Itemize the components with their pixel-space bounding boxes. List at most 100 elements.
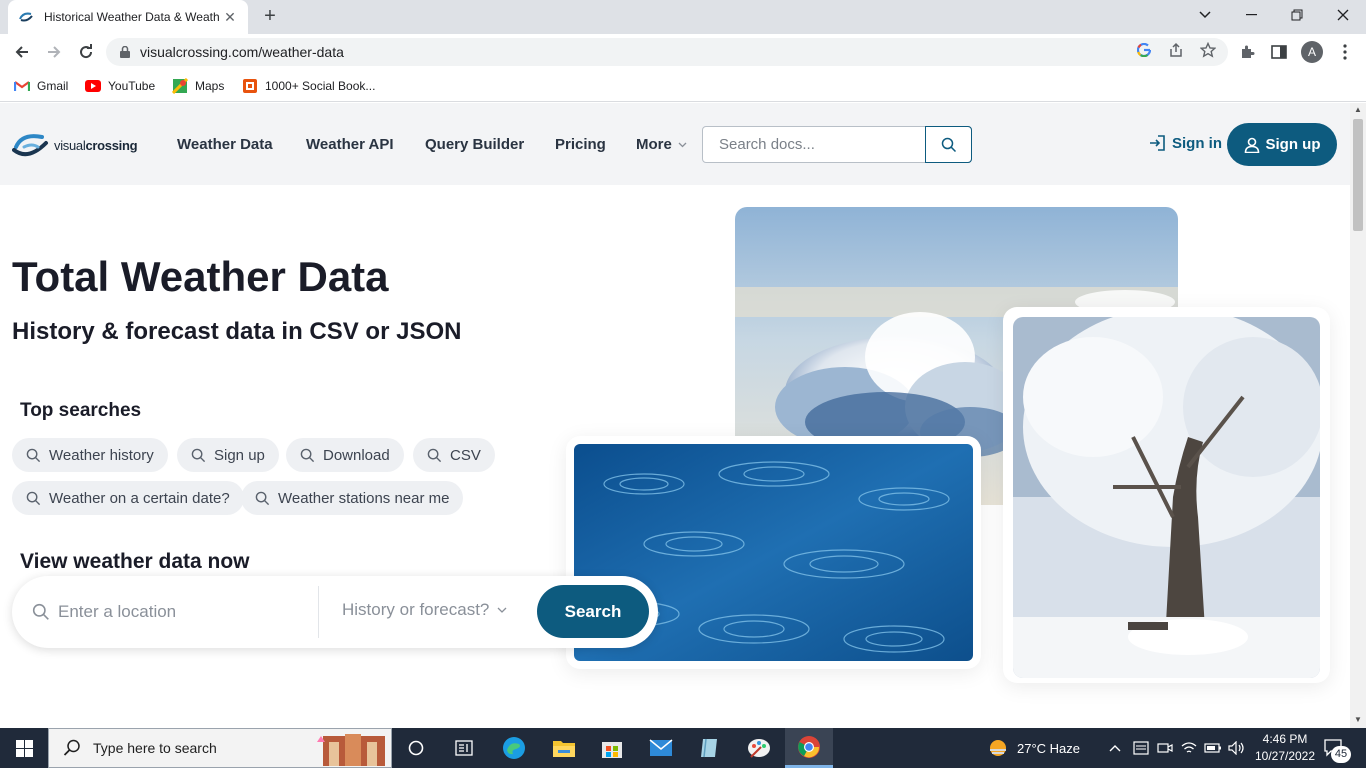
scroll-down-icon[interactable]: ▼ [1354, 715, 1362, 724]
chip-weather-on-date[interactable]: Weather on a certain date? [12, 481, 244, 515]
windows-taskbar: Type here to search 27°C Haze 4:46 PM 10… [0, 728, 1366, 768]
keyboard-icon[interactable] [1133, 728, 1149, 768]
site-logo[interactable]: visualcrossing [12, 131, 138, 159]
extensions-icon[interactable] [1237, 42, 1257, 62]
search-icon [300, 448, 315, 462]
docs-search-button[interactable] [925, 126, 972, 163]
page-scrollbar[interactable]: ▲ ▼ [1350, 103, 1366, 728]
menu-dots-icon[interactable] [1335, 42, 1355, 62]
address-bar[interactable]: visualcrossing.com/weather-data [106, 38, 1228, 66]
side-panel-icon[interactable] [1269, 42, 1289, 62]
search-icon [941, 137, 956, 152]
chip-weather-history[interactable]: Weather history [12, 438, 168, 472]
bookmark-label: YouTube [108, 79, 156, 93]
mail-icon[interactable] [637, 728, 685, 768]
sign-in-label: Sign in [1172, 134, 1222, 152]
show-hidden-icons[interactable] [1109, 728, 1121, 768]
notification-count: 45 [1331, 746, 1351, 763]
search-button[interactable]: Search [537, 585, 649, 638]
nav-pricing[interactable]: Pricing [555, 136, 606, 153]
back-button[interactable] [8, 38, 36, 66]
search-divider [318, 586, 319, 638]
tab-search-icon[interactable] [1182, 0, 1228, 30]
forward-button[interactable] [40, 38, 68, 66]
widgets-icon[interactable] [440, 728, 488, 768]
hero-subtitle: History & forecast data in CSV or JSON [12, 318, 462, 345]
scroll-thumb[interactable] [1353, 119, 1363, 231]
lock-icon[interactable] [120, 46, 130, 58]
volume-icon[interactable] [1228, 728, 1246, 768]
history-forecast-select[interactable]: History or forecast? [342, 600, 507, 620]
chip-stations-near-me[interactable]: Weather stations near me [241, 481, 464, 515]
battery-icon[interactable] [1204, 728, 1222, 768]
search-icon [191, 448, 206, 462]
bookmark-social[interactable]: 1000+ Social Book... [242, 77, 375, 95]
bookmarks-bar: Gmail YouTube Maps 1000+ Social Book... [0, 70, 1366, 102]
sign-in-link[interactable]: Sign in [1148, 134, 1222, 152]
chip-download[interactable]: Download [286, 438, 404, 472]
scroll-up-icon[interactable]: ▲ [1354, 105, 1362, 114]
search-highlight-icon [317, 734, 385, 766]
chip-label: Weather on a certain date? [49, 489, 230, 507]
bookmark-gmail[interactable]: Gmail [14, 77, 68, 95]
chip-label: Weather history [49, 446, 154, 464]
reload-button[interactable] [72, 38, 100, 66]
tab-strip: Historical Weather Data & Weath ✕ + [0, 0, 1366, 34]
wifi-icon[interactable] [1181, 728, 1197, 768]
tab-title: Historical Weather Data & Weath [44, 10, 220, 24]
nav-weather-data[interactable]: Weather Data [177, 136, 273, 153]
notification-center[interactable]: 45 [1322, 728, 1351, 768]
select-label: History or forecast? [342, 600, 490, 619]
nav-more[interactable]: More [636, 136, 687, 153]
chrome-taskbar-icon[interactable] [785, 728, 833, 768]
nav-query-builder[interactable]: Query Builder [425, 136, 524, 153]
restore-button[interactable] [1274, 0, 1320, 30]
bookmark-star-icon[interactable] [1198, 40, 1218, 60]
chip-csv[interactable]: CSV [413, 438, 495, 472]
store-icon[interactable] [588, 728, 636, 768]
chevron-down-icon [497, 607, 507, 613]
close-window-button[interactable] [1320, 0, 1366, 30]
maps-icon [172, 78, 188, 94]
browser-tab[interactable]: Historical Weather Data & Weath ✕ [8, 0, 248, 34]
new-tab-button[interactable]: + [258, 6, 282, 28]
taskbar-search[interactable]: Type here to search [48, 728, 392, 768]
share-icon[interactable] [1166, 40, 1186, 60]
hero-title: Total Weather Data [12, 253, 389, 300]
location-input[interactable] [58, 596, 308, 628]
bookmark-maps[interactable]: Maps [172, 77, 224, 95]
browser-toolbar: visualcrossing.com/weather-data A [0, 34, 1366, 70]
bookmark-youtube[interactable]: YouTube [85, 77, 155, 95]
clock-date: 10/27/2022 [1254, 749, 1316, 763]
task-view-icon[interactable] [392, 728, 440, 768]
taskbar-search-placeholder: Type here to search [93, 740, 217, 756]
notes-app-icon[interactable] [686, 728, 734, 768]
youtube-icon [85, 78, 101, 94]
profile-avatar[interactable]: A [1301, 41, 1323, 63]
start-button[interactable] [0, 728, 48, 768]
meet-now-icon[interactable] [1157, 728, 1173, 768]
site-header: visualcrossing Weather Data Weather API … [0, 103, 1350, 185]
top-searches-heading: Top searches [20, 400, 142, 421]
search-icon [255, 491, 270, 505]
google-icon[interactable] [1134, 40, 1154, 60]
file-explorer-icon[interactable] [540, 728, 588, 768]
web-page: visualcrossing Weather Data Weather API … [0, 103, 1350, 728]
docs-search [702, 126, 972, 163]
edge-icon[interactable] [490, 728, 538, 768]
bookmark-label: Maps [195, 79, 225, 93]
minimize-button[interactable] [1228, 0, 1274, 30]
docs-search-input[interactable] [703, 127, 925, 162]
sign-up-label: Sign up [1265, 136, 1321, 153]
sign-in-icon [1150, 135, 1165, 151]
logo-text: visualcrossing [54, 138, 138, 153]
tab-close-icon[interactable]: ✕ [222, 9, 238, 25]
system-clock[interactable]: 4:46 PM 10/27/2022 [1252, 731, 1318, 765]
search-icon [63, 739, 80, 756]
nav-weather-api[interactable]: Weather API [306, 136, 394, 153]
search-icon [26, 448, 41, 462]
sign-up-button[interactable]: Sign up [1227, 123, 1337, 166]
chip-sign-up[interactable]: Sign up [177, 438, 279, 472]
paint-app-icon[interactable] [735, 728, 783, 768]
weather-widget[interactable]: 27°C Haze [987, 728, 1080, 768]
